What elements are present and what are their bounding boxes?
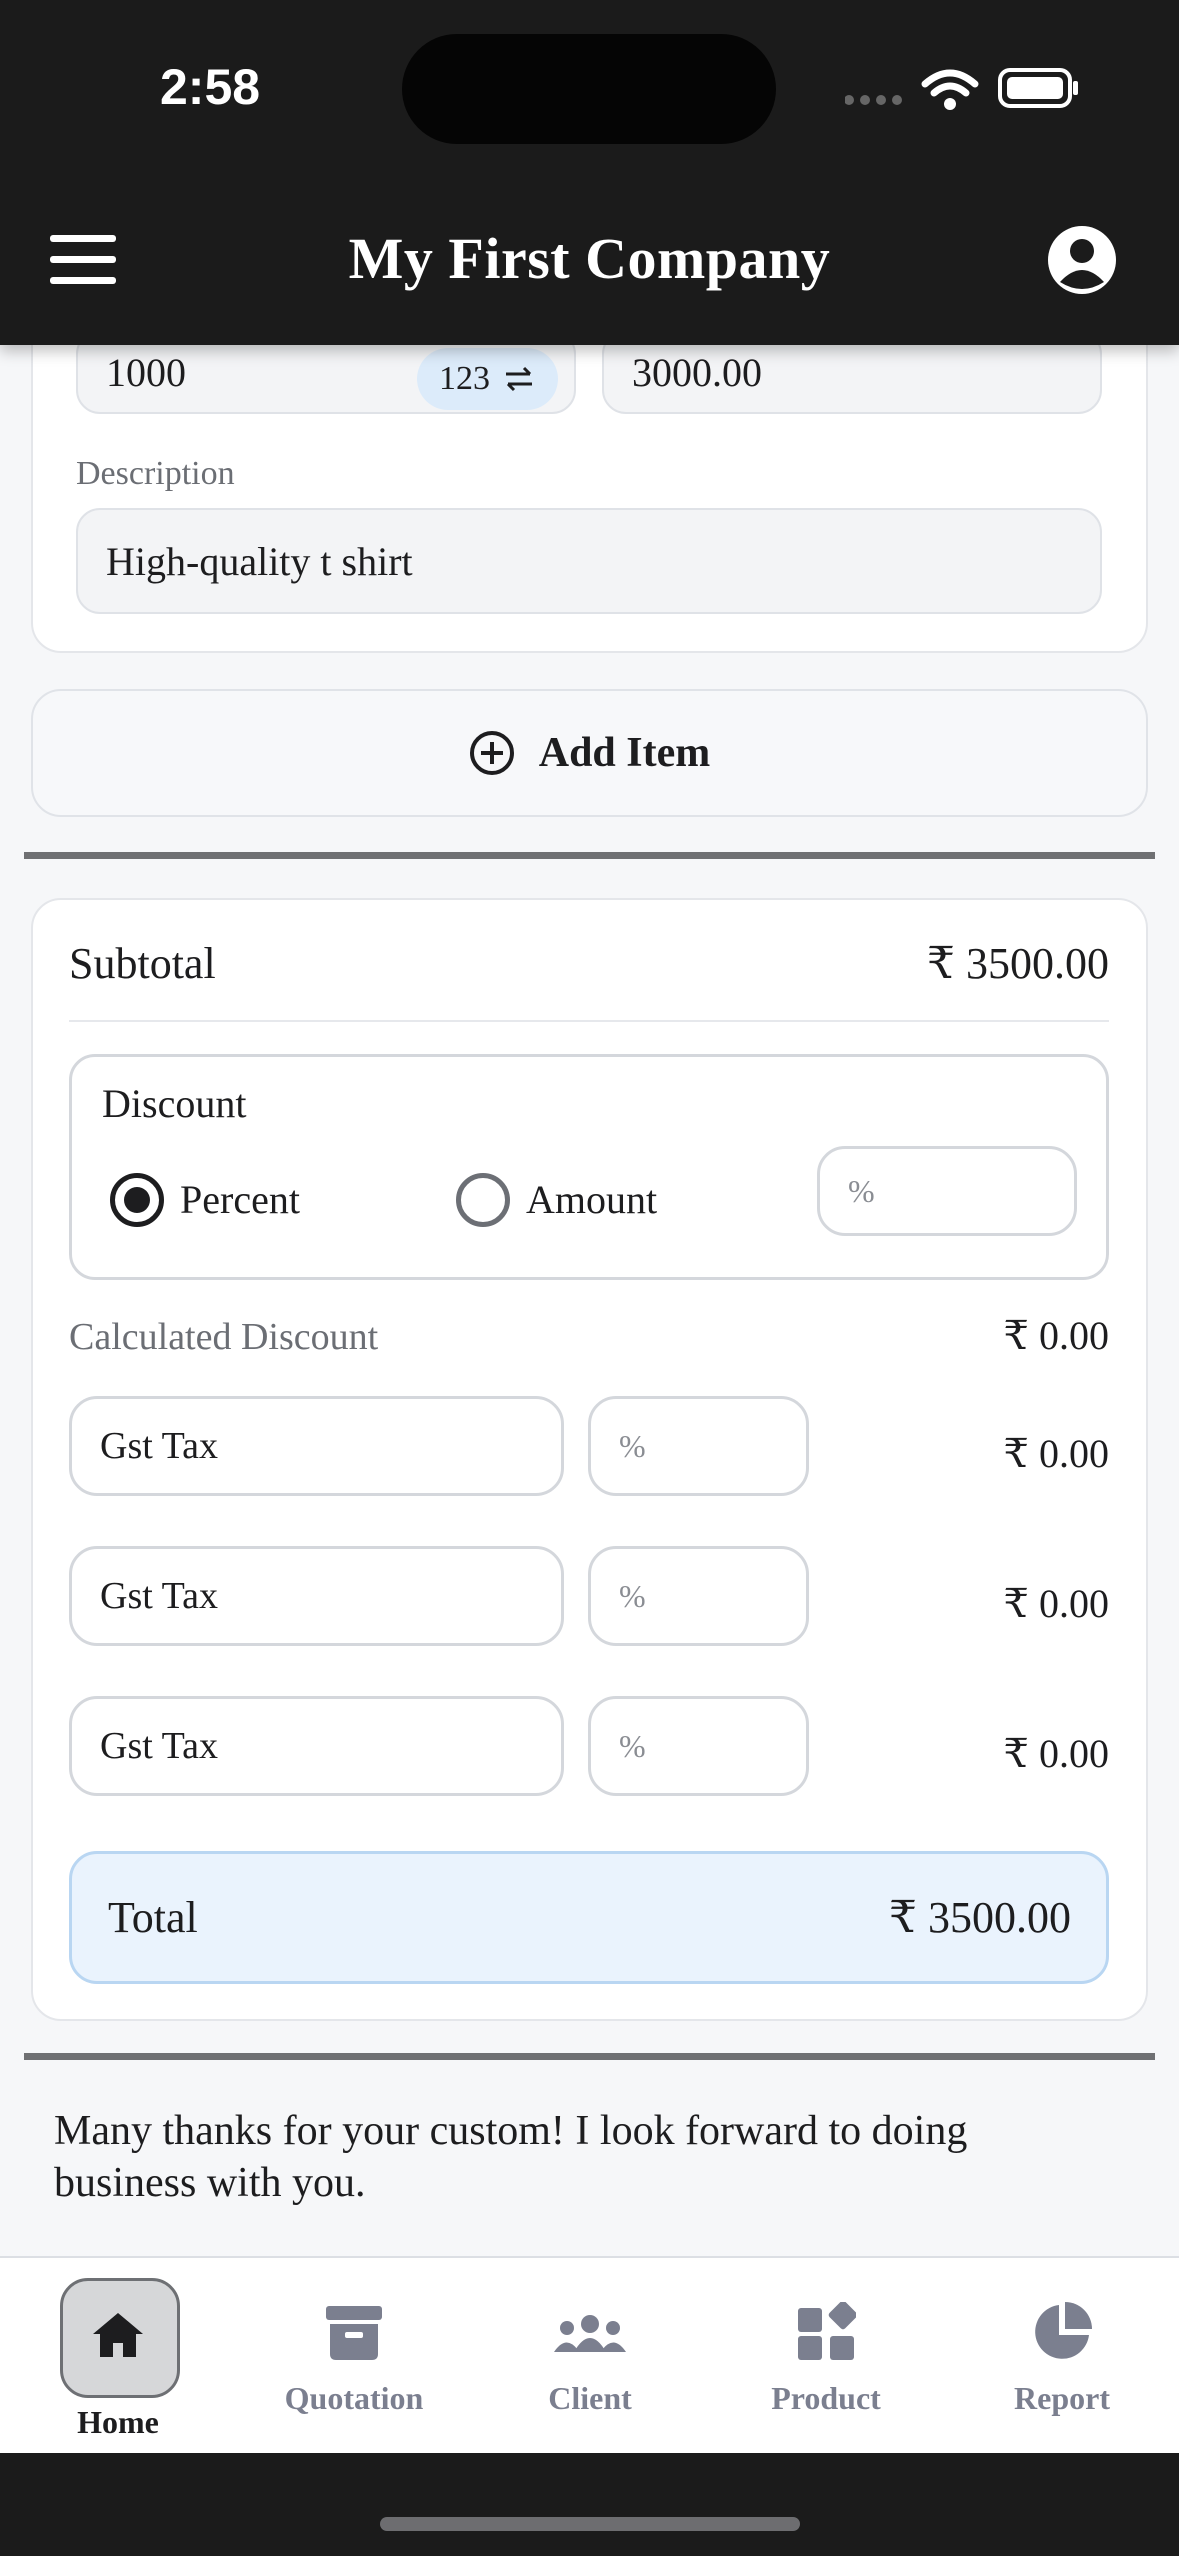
- tax-value: ₹ 0.00: [1003, 1431, 1109, 1476]
- nav-product-label: Product: [771, 2380, 881, 2416]
- user-circle-icon: [1048, 226, 1116, 294]
- system-bottom-bar: [0, 2453, 1179, 2556]
- status-time: 2:58: [160, 59, 261, 115]
- plus-circle-icon: [469, 731, 514, 775]
- nav-report[interactable]: Report: [944, 2258, 1179, 2455]
- subtotal-divider: [69, 1020, 1109, 1022]
- discount-percent-radio[interactable]: [110, 1173, 164, 1227]
- nav-quotation[interactable]: Quotation: [236, 2258, 472, 2455]
- tax-name-value: Gst Tax: [100, 1575, 219, 1617]
- home-icon: [93, 2313, 143, 2357]
- tax-value: ₹ 0.00: [1003, 1581, 1109, 1626]
- tax-name-value: Gst Tax: [100, 1725, 219, 1767]
- description-label: Description: [76, 455, 235, 492]
- amount-value: 3000.00: [632, 349, 762, 395]
- nav-report-label: Report: [1014, 2380, 1110, 2416]
- discount-input-placeholder: %: [848, 1172, 875, 1209]
- discount-percent-label: Percent: [180, 1177, 300, 1222]
- description-value: High-quality t shirt: [106, 538, 413, 584]
- signal-wifi-battery-icon: [844, 68, 1078, 110]
- tax-rate-field[interactable]: %: [588, 1396, 809, 1496]
- tax-rate-field[interactable]: %: [588, 1546, 809, 1646]
- tax-rate-placeholder: %: [619, 1577, 646, 1614]
- description-field[interactable]: High-quality t shirt: [76, 508, 1102, 614]
- subtotal-label: Subtotal: [69, 939, 216, 988]
- nav-quotation-label: Quotation: [284, 2380, 424, 2416]
- nav-client[interactable]: Client: [472, 2258, 708, 2455]
- tax-rate-placeholder: %: [619, 1427, 646, 1464]
- calculated-discount-label: Calculated Discount: [69, 1316, 379, 1358]
- section-divider: [24, 852, 1155, 859]
- tax-rate-field[interactable]: %: [588, 1696, 809, 1796]
- app-header: 2:58 My First Company: [0, 0, 1179, 345]
- add-item-button[interactable]: Add Item: [31, 689, 1148, 817]
- tax-name-field[interactable]: Gst Tax: [69, 1546, 564, 1646]
- profile-button[interactable]: [1046, 224, 1118, 296]
- archive-icon: [326, 2306, 382, 2360]
- tax-name-value: Gst Tax: [100, 1425, 219, 1467]
- thanks-note: Many thanks for your custom! I look forw…: [54, 2108, 968, 2206]
- keyboard-toggle-button[interactable]: 123: [417, 348, 558, 410]
- nav-product[interactable]: Product: [708, 2258, 944, 2455]
- bottom-navigation: Home Quotation Client Product Report: [0, 2256, 1179, 2453]
- swap-icon: [506, 366, 532, 392]
- calculated-discount-value: ₹ 0.00: [1003, 1313, 1109, 1358]
- page-title: My First Company: [348, 226, 831, 291]
- tax-value: ₹ 0.00: [1003, 1731, 1109, 1776]
- tax-rate-placeholder: %: [619, 1727, 646, 1764]
- discount-input[interactable]: %: [817, 1146, 1077, 1236]
- status-icons: [844, 62, 1085, 112]
- section-divider: [24, 2053, 1155, 2060]
- nav-home-label: Home: [77, 2404, 159, 2440]
- tax-name-field[interactable]: Gst Tax: [69, 1396, 564, 1496]
- subtotal-value: ₹ 3500.00: [927, 939, 1109, 988]
- tax-name-field[interactable]: Gst Tax: [69, 1696, 564, 1796]
- add-item-label: Add Item: [538, 730, 711, 776]
- nav-client-label: Client: [548, 2380, 632, 2416]
- discount-amount-label: Amount: [526, 1177, 658, 1222]
- total-value: ₹ 3500.00: [889, 1893, 1071, 1942]
- pie-chart-icon: [1035, 2302, 1092, 2359]
- discount-label: Discount: [102, 1081, 247, 1126]
- nav-home[interactable]: Home: [0, 2258, 236, 2455]
- home-indicator: [380, 2517, 800, 2531]
- users-icon: [554, 2315, 626, 2352]
- total-label: Total: [108, 1893, 198, 1942]
- dynamic-island: [402, 34, 776, 144]
- discount-amount-radio[interactable]: [456, 1173, 510, 1227]
- quantity-value: 1000: [106, 349, 186, 395]
- keyboard-toggle-label: 123: [439, 360, 490, 397]
- shapes-icon: [798, 2302, 856, 2360]
